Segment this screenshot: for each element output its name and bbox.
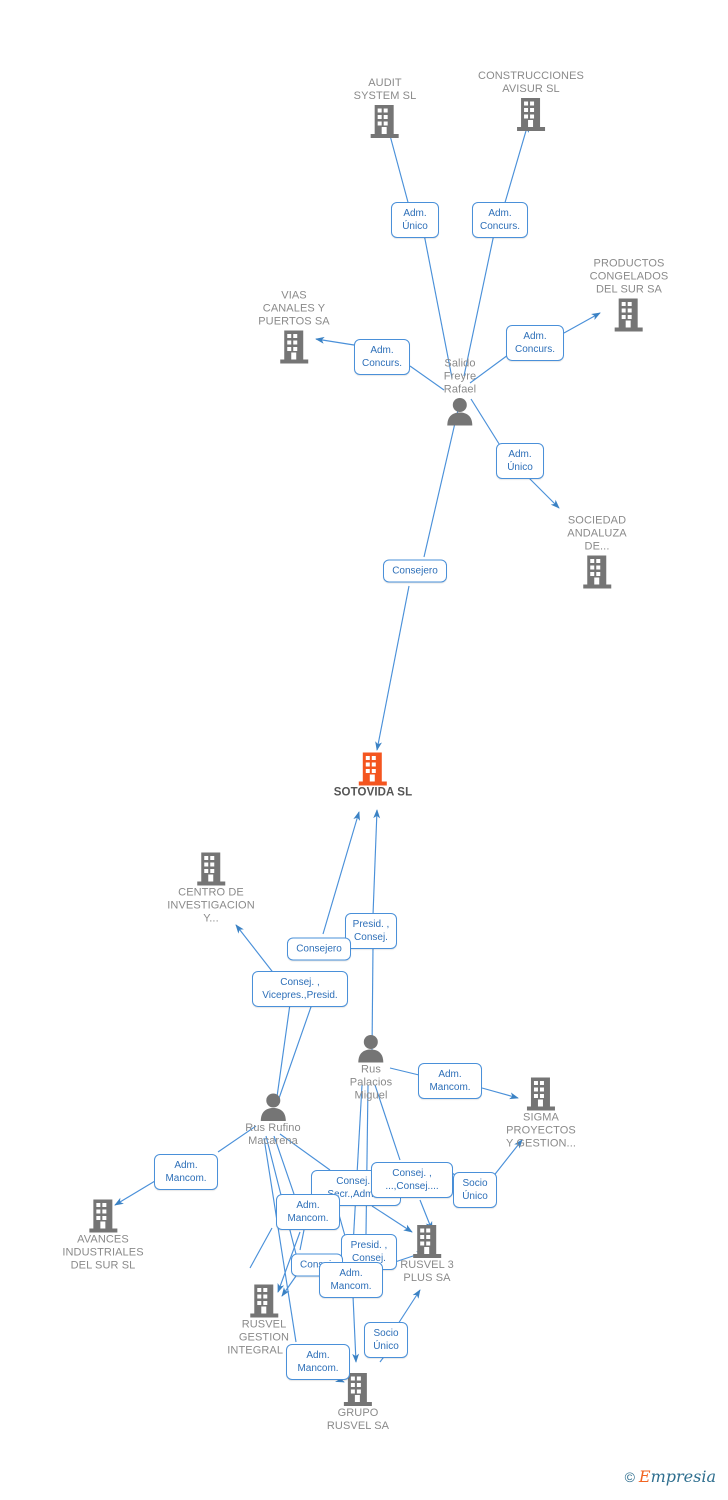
node-vias[interactable]: VIAS CANALES Y PUERTOS SA bbox=[258, 290, 330, 365]
node-construcciones[interactable]: CONSTRUCCIONES AVISUR SL bbox=[478, 70, 584, 132]
node-rusvel3[interactable]: RUSVEL 3 PLUS SA bbox=[400, 1223, 454, 1285]
node-label: VIAS CANALES Y PUERTOS SA bbox=[258, 289, 330, 328]
building-icon bbox=[412, 1223, 442, 1259]
node-salido[interactable]: Salido Freyre Rafael bbox=[444, 358, 476, 427]
relation-tag-t13[interactable]: Consej. , ...,Consej.... bbox=[371, 1162, 453, 1198]
node-centro[interactable]: CENTRO DE INVESTIGACION Y... bbox=[167, 851, 255, 926]
node-label: CONSTRUCCIONES AVISUR SL bbox=[478, 70, 584, 95]
node-label: Salido Freyre Rafael bbox=[443, 357, 477, 396]
node-rusrufino[interactable]: Rus Rufino Macarena bbox=[245, 1092, 301, 1148]
building-icon bbox=[279, 329, 309, 365]
relation-tag-t4[interactable]: Adm. Concurs. bbox=[506, 325, 564, 361]
relation-tag-t2[interactable]: Adm. Concurs. bbox=[472, 202, 528, 238]
copyright-icon: © bbox=[624, 1468, 635, 1485]
node-label: SOCIEDAD ANDALUZA DE... bbox=[567, 514, 627, 553]
node-sotovida[interactable]: SOTOVIDA SL bbox=[334, 751, 412, 800]
node-label: CENTRO DE INVESTIGACION Y... bbox=[167, 886, 255, 925]
relation-tag-t7[interactable]: Presid. , Consej. bbox=[345, 913, 397, 949]
relation-tag-t15[interactable]: Adm. Mancom. bbox=[276, 1194, 340, 1230]
relation-tag-t6[interactable]: Consejero bbox=[383, 559, 447, 583]
watermark: © Empresia bbox=[625, 1467, 716, 1486]
node-label: PRODUCTOS CONGELADOS DEL SUR SA bbox=[589, 257, 669, 296]
brand-initial: E bbox=[638, 1467, 651, 1486]
relationship-graph: AUDIT SYSTEM SL CONSTRUCCIONES AVISUR SL V… bbox=[0, 0, 728, 1500]
relation-tag-t5[interactable]: Adm. Único bbox=[496, 443, 544, 479]
node-sigma[interactable]: SIGMA PROYECTOS Y GESTION... bbox=[506, 1076, 576, 1151]
building-icon bbox=[370, 103, 400, 139]
relation-tag-t8[interactable]: Consejero bbox=[287, 937, 351, 961]
person-icon bbox=[259, 1092, 287, 1122]
node-label: RUSVEL 3 PLUS SA bbox=[400, 1259, 454, 1284]
node-sociedad[interactable]: SOCIEDAD ANDALUZA DE... bbox=[567, 514, 627, 590]
person-icon bbox=[446, 397, 474, 427]
node-productos[interactable]: PRODUCTOS CONGELADOS DEL SUR SA bbox=[590, 258, 669, 333]
node-label: SOTOVIDA SL bbox=[333, 786, 413, 799]
building-icon bbox=[196, 851, 226, 887]
relation-tag-t19[interactable]: Socio Único bbox=[364, 1322, 408, 1358]
relation-tag-t18[interactable]: Adm. Mancom. bbox=[319, 1262, 383, 1298]
relation-tag-t9[interactable]: Consej. , Vicepres.,Presid. bbox=[252, 971, 348, 1007]
node-label: AUDIT SYSTEM SL bbox=[353, 77, 417, 102]
relation-tag-t20[interactable]: Adm. Mancom. bbox=[286, 1344, 350, 1380]
building-icon bbox=[249, 1283, 279, 1319]
building-icon bbox=[88, 1198, 118, 1234]
node-label: GRUPO RUSVEL SA bbox=[326, 1407, 390, 1432]
node-label: AVANCES INDUSTRIALES DEL SUR SL bbox=[62, 1233, 144, 1272]
node-ruspalacios[interactable]: Rus Palacios Miguel bbox=[350, 1034, 392, 1103]
node-audit[interactable]: AUDIT SYSTEM SL bbox=[354, 77, 417, 139]
node-gruporusvel[interactable]: GRUPO RUSVEL SA bbox=[327, 1371, 389, 1433]
relation-tag-t1[interactable]: Adm. Único bbox=[391, 202, 439, 238]
brand-rest: mpresia bbox=[650, 1467, 716, 1486]
node-avances[interactable]: AVANCES INDUSTRIALES DEL SUR SL bbox=[62, 1198, 144, 1273]
brand-name: Empresia bbox=[639, 1467, 716, 1486]
node-label: Rus Rufino Macarena bbox=[245, 1122, 301, 1147]
relation-tag-t3[interactable]: Adm. Concurs. bbox=[354, 339, 410, 375]
building-icon bbox=[526, 1076, 556, 1112]
building-icon bbox=[516, 96, 546, 132]
relation-tag-t10[interactable]: Adm. Mancom. bbox=[418, 1063, 482, 1099]
node-label: SIGMA PROYECTOS Y GESTION... bbox=[505, 1111, 577, 1150]
relation-tag-t11[interactable]: Adm. Mancom. bbox=[154, 1154, 218, 1190]
person-icon bbox=[357, 1034, 385, 1064]
node-label: Rus Palacios Miguel bbox=[349, 1063, 393, 1102]
building-icon bbox=[582, 554, 612, 590]
building-icon bbox=[358, 751, 388, 787]
building-icon bbox=[614, 297, 644, 333]
relation-tag-t14[interactable]: Socio Único bbox=[453, 1172, 497, 1208]
